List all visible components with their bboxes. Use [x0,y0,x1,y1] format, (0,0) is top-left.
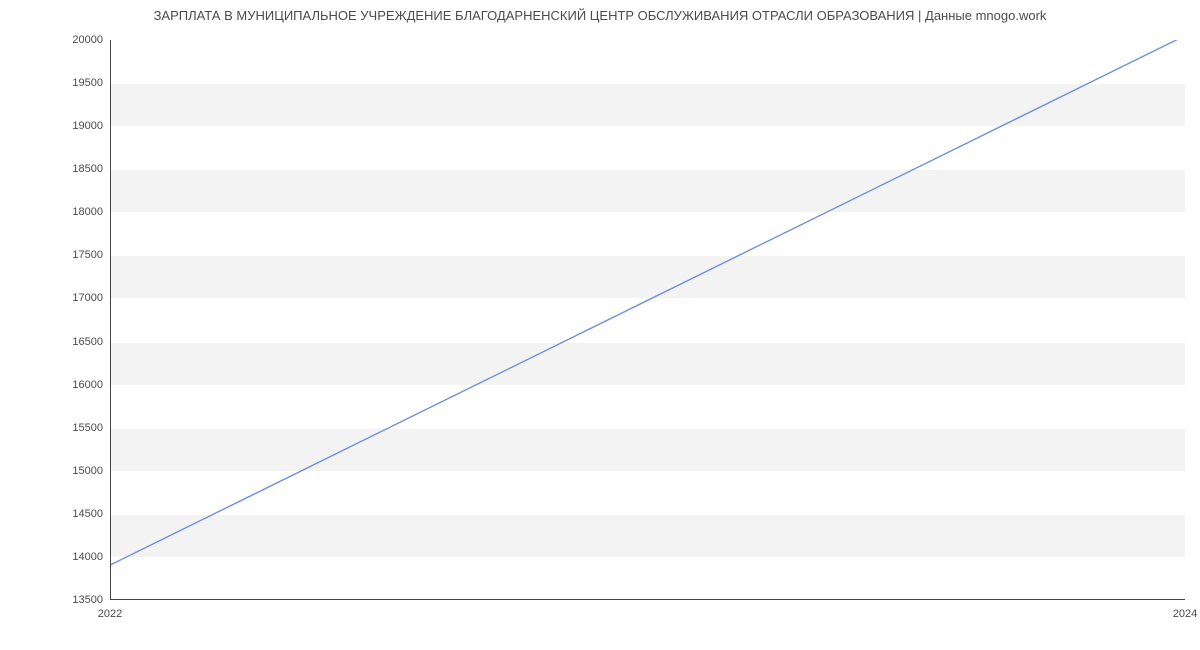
y-tick-label: 18500 [8,163,103,175]
y-tick-label: 14500 [8,508,103,520]
x-tick-label: 2022 [98,608,122,620]
grid-line [111,600,1185,601]
data-line [111,40,1185,599]
y-tick-label: 15000 [8,465,103,477]
y-tick-label: 14000 [8,551,103,563]
y-tick-label: 18000 [8,206,103,218]
x-tick-label: 2024 [1173,608,1197,620]
y-tick-label: 17500 [8,249,103,261]
y-tick-label: 17000 [8,292,103,304]
y-tick-label: 19000 [8,120,103,132]
y-tick-label: 15500 [8,422,103,434]
y-tick-label: 16500 [8,336,103,348]
chart-title: ЗАРПЛАТА В МУНИЦИПАЛЬНОЕ УЧРЕЖДЕНИЕ БЛАГ… [0,8,1200,23]
y-tick-label: 20000 [8,34,103,46]
y-tick-label: 16000 [8,379,103,391]
plot-area [110,40,1185,600]
y-tick-label: 19500 [8,77,103,89]
y-tick-label: 13500 [8,594,103,606]
salary-line-chart: ЗАРПЛАТА В МУНИЦИПАЛЬНОЕ УЧРЕЖДЕНИЕ БЛАГ… [0,0,1200,650]
